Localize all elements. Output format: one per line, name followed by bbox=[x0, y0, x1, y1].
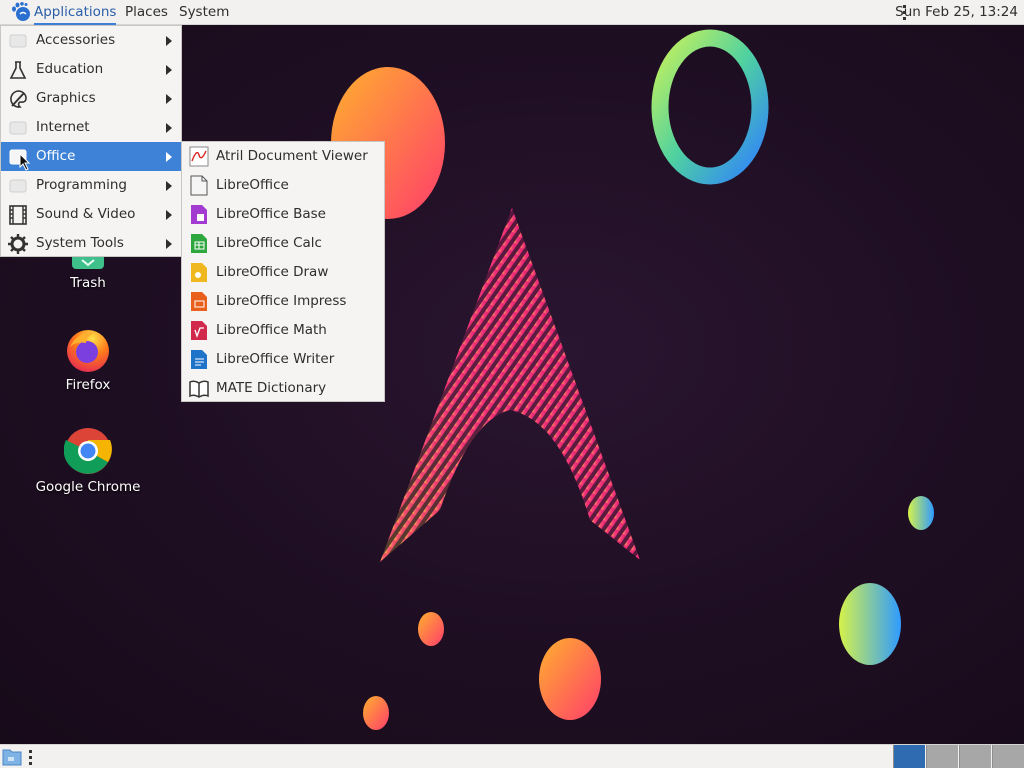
submenu-arrow-icon bbox=[166, 181, 172, 191]
show-desktop-icon[interactable] bbox=[2, 747, 22, 766]
menu-item-label: MATE Dictionary bbox=[216, 380, 327, 396]
menu-item-label: System Tools bbox=[36, 235, 124, 251]
menu-item-label: LibreOffice bbox=[216, 177, 289, 193]
menu-item-label: Education bbox=[36, 61, 104, 77]
desktop-icon-label: Google Chrome bbox=[35, 479, 141, 495]
applications-menu-label: Applications bbox=[34, 4, 117, 20]
libreoffice-math-icon bbox=[191, 321, 207, 340]
desktop-icon-chrome[interactable]: Google Chrome bbox=[28, 427, 148, 495]
menu-item-internet[interactable]: Internet bbox=[1, 113, 181, 142]
menu-item-libreoffice-draw[interactable]: LibreOffice Draw bbox=[182, 258, 384, 287]
clock[interactable]: Sun Feb 25, 13:24 bbox=[895, 0, 1018, 25]
libreoffice-calc-icon bbox=[191, 234, 207, 253]
film-icon bbox=[9, 205, 27, 225]
desktop-icon-firefox[interactable]: Firefox bbox=[28, 325, 148, 393]
menu-item-label: Graphics bbox=[36, 90, 96, 106]
menu-item-label: LibreOffice Math bbox=[216, 322, 327, 338]
menu-item-libreoffice-base[interactable]: LibreOffice Base bbox=[182, 200, 384, 229]
submenu-arrow-icon bbox=[166, 65, 172, 75]
libreoffice-writer-icon bbox=[191, 350, 207, 369]
menu-item-label: Programming bbox=[36, 177, 127, 193]
menu-item-education[interactable]: Education bbox=[1, 55, 181, 84]
panel-drag-handle[interactable] bbox=[29, 750, 32, 768]
flask-icon bbox=[9, 61, 27, 79]
bottom-panel bbox=[0, 744, 1024, 768]
submenu-arrow-icon bbox=[166, 210, 172, 220]
submenu-arrow-icon bbox=[166, 94, 172, 104]
office-submenu: Atril Document Viewer LibreOffice LibreO… bbox=[181, 141, 385, 402]
menu-item-programming[interactable]: Programming bbox=[1, 171, 181, 200]
applications-menu-button[interactable]: Applications bbox=[4, 0, 122, 25]
menu-item-label: LibreOffice Draw bbox=[216, 264, 329, 280]
mouse-cursor-icon bbox=[19, 153, 31, 171]
menu-item-label: Accessories bbox=[36, 32, 116, 48]
workspace-1[interactable] bbox=[893, 745, 925, 768]
menu-item-sound-video[interactable]: Sound & Video bbox=[1, 200, 181, 229]
submenu-arrow-icon bbox=[166, 239, 172, 249]
system-menu-button[interactable]: System bbox=[179, 0, 229, 25]
workspace-3[interactable] bbox=[959, 745, 991, 768]
menu-item-label: Internet bbox=[36, 119, 90, 135]
gear-icon bbox=[8, 234, 28, 254]
menu-item-label: Atril Document Viewer bbox=[216, 148, 368, 164]
menu-item-libreoffice-math[interactable]: LibreOffice Math bbox=[182, 316, 384, 345]
places-menu-button[interactable]: Places bbox=[125, 0, 168, 25]
workspace-2[interactable] bbox=[926, 745, 958, 768]
libreoffice-impress-icon bbox=[191, 292, 207, 311]
menu-item-label: LibreOffice Impress bbox=[216, 293, 347, 309]
menu-item-libreoffice-impress[interactable]: LibreOffice Impress bbox=[182, 287, 384, 316]
menu-item-atril[interactable]: Atril Document Viewer bbox=[182, 142, 384, 171]
menu-item-mate-dictionary[interactable]: MATE Dictionary bbox=[182, 374, 384, 403]
libreoffice-draw-icon bbox=[191, 263, 207, 282]
top-panel: Applications Places System Sun Feb 25, 1… bbox=[0, 0, 1024, 25]
libreoffice-base-icon bbox=[191, 205, 207, 224]
document-viewer-icon bbox=[189, 146, 209, 167]
menu-item-label: Office bbox=[36, 148, 76, 164]
menu-item-libreoffice[interactable]: LibreOffice bbox=[182, 171, 384, 200]
submenu-arrow-icon bbox=[166, 123, 172, 133]
menu-item-label: LibreOffice Calc bbox=[216, 235, 322, 251]
libreoffice-icon bbox=[190, 175, 208, 196]
submenu-arrow-icon bbox=[166, 152, 172, 162]
menu-item-graphics[interactable]: Graphics bbox=[1, 84, 181, 113]
palette-icon bbox=[10, 90, 27, 108]
menu-item-system-tools[interactable]: System Tools bbox=[1, 229, 181, 258]
menu-item-label: Sound & Video bbox=[36, 206, 136, 222]
dictionary-icon bbox=[189, 380, 209, 398]
programming-icon bbox=[9, 179, 27, 193]
menu-item-libreoffice-writer[interactable]: LibreOffice Writer bbox=[182, 345, 384, 374]
desktop-icon-label: Trash bbox=[70, 275, 106, 291]
menu-item-label: LibreOffice Base bbox=[216, 206, 326, 222]
menu-item-label: LibreOffice Writer bbox=[216, 351, 335, 367]
workspace-4[interactable] bbox=[992, 745, 1024, 768]
applications-menu: Accessories Education Graphics Internet … bbox=[0, 25, 182, 257]
submenu-arrow-icon bbox=[166, 36, 172, 46]
firefox-icon bbox=[67, 330, 109, 372]
menu-item-accessories[interactable]: Accessories bbox=[1, 26, 181, 55]
internet-icon bbox=[9, 121, 27, 135]
gnome-foot-icon bbox=[12, 2, 30, 21]
chrome-icon bbox=[64, 428, 112, 474]
accessories-icon bbox=[9, 34, 27, 48]
menu-item-libreoffice-calc[interactable]: LibreOffice Calc bbox=[182, 229, 384, 258]
desktop-icon-label: Firefox bbox=[65, 377, 111, 393]
